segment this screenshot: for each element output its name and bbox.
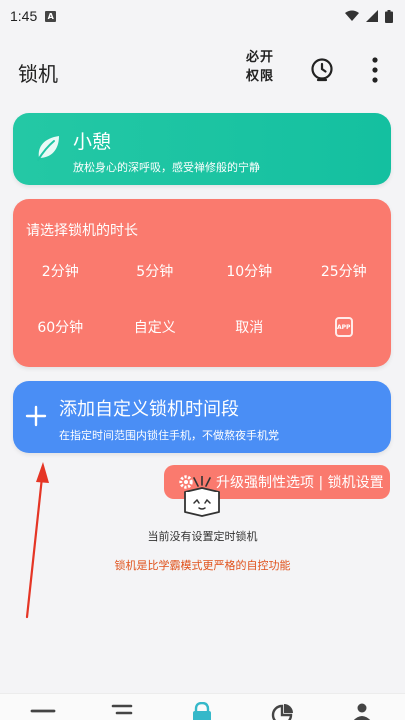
- menu-icon[interactable]: [28, 702, 58, 720]
- page-title: 锁机: [18, 62, 58, 86]
- more-vertical-icon[interactable]: [364, 54, 386, 86]
- duration-10min[interactable]: 10分钟: [202, 253, 297, 289]
- duration-5min[interactable]: 5分钟: [108, 253, 203, 289]
- empty-state-message: 当前没有设置定时锁机: [147, 530, 258, 543]
- duration-60min[interactable]: 60分钟: [13, 309, 108, 345]
- app-lock-option[interactable]: APP: [297, 309, 392, 345]
- status-time: 1:45: [10, 8, 38, 24]
- duration-custom[interactable]: 自定义: [108, 309, 203, 345]
- duration-options: 2分钟 5分钟 10分钟 25分钟 60分钟 自定义 取消 APP: [13, 253, 391, 353]
- app-icon: APP: [334, 317, 353, 337]
- duration-title: 请选择锁机的时长: [26, 223, 138, 239]
- list-icon[interactable]: [107, 702, 137, 720]
- timer-icon[interactable]: [308, 56, 336, 84]
- rest-title: 小憩: [73, 131, 112, 153]
- duration-25min[interactable]: 25分钟: [297, 253, 392, 289]
- plus-icon: [25, 405, 47, 427]
- user-icon[interactable]: [347, 702, 377, 720]
- lock-icon[interactable]: [187, 702, 217, 720]
- leaf-icon: [37, 136, 59, 161]
- pie-chart-icon[interactable]: [267, 702, 297, 720]
- duration-cancel[interactable]: 取消: [202, 309, 297, 345]
- status-bar: 1:45 A: [0, 0, 405, 32]
- rest-card[interactable]: 小憩 放松身心的深呼吸，感受禅修般的宁静: [13, 113, 391, 185]
- required-permissions-button[interactable]: 必开权限: [242, 48, 278, 88]
- wifi-icon: [345, 10, 359, 21]
- lock-mode-note: 锁机是比学霸模式更严格的自控功能: [114, 559, 291, 572]
- add-custom-period-card[interactable]: 添加自定义锁机时间段 在指定时间范围内锁住手机，不做熬夜手机党: [13, 381, 391, 453]
- signal-icon: [366, 10, 378, 22]
- app-bar: 锁机 必开权限: [0, 44, 405, 96]
- status-icons: [345, 9, 393, 23]
- lock-duration-card: 请选择锁机的时长 2分钟 5分钟 10分钟 25分钟 60分钟 自定义 取消 A…: [13, 199, 391, 367]
- battery-icon: [385, 9, 393, 23]
- duration-2min[interactable]: 2分钟: [13, 253, 108, 289]
- empty-box-icon: [184, 476, 220, 517]
- rest-subtitle: 放松身心的深呼吸，感受禅修般的宁静: [73, 161, 260, 174]
- notification-icon: A: [45, 10, 57, 22]
- upgrade-label: 升级强制性选项 | 锁机设置: [216, 475, 384, 491]
- bottom-nav: [0, 693, 405, 720]
- add-period-subtitle: 在指定时间范围内锁住手机，不做熬夜手机党: [59, 429, 279, 442]
- add-period-title: 添加自定义锁机时间段: [59, 399, 239, 420]
